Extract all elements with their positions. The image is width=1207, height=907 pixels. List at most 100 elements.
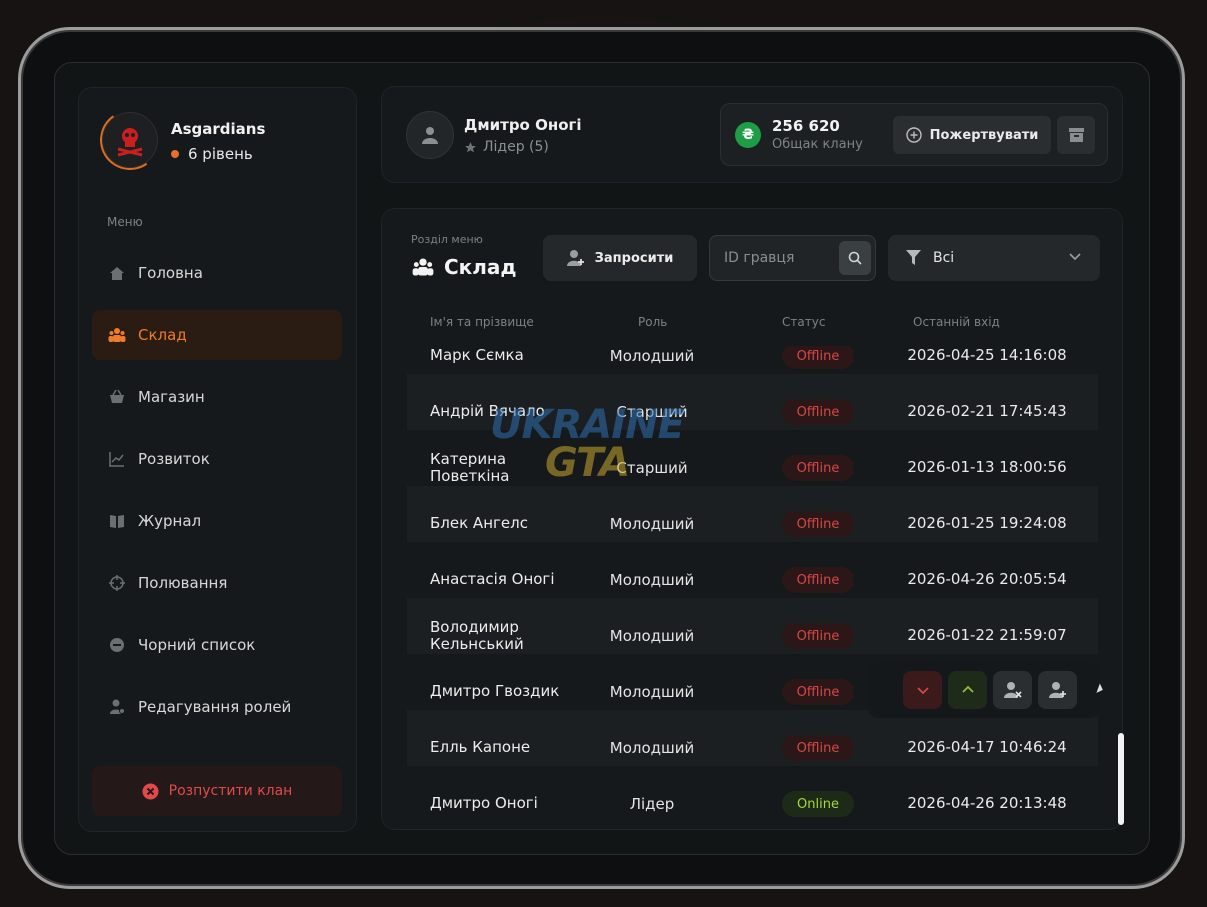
table-row[interactable]: Елль Капоне Молодший Offline 2026-04-17 … [407, 710, 1098, 766]
member-role: Молодший [609, 515, 695, 533]
column-header-last-login: Останній вхід [913, 315, 1000, 329]
member-name: Андрій Вячало [430, 402, 545, 420]
sidebar-item-home[interactable]: Головна [92, 248, 342, 298]
user-icon [422, 127, 438, 144]
member-role: Лідер [629, 795, 675, 813]
user-remove-icon [1003, 682, 1022, 698]
member-role: Старший [616, 403, 688, 421]
sidebar-item-blacklist[interactable]: Чорний список [92, 620, 342, 670]
scrollbar-thumb[interactable] [1118, 733, 1124, 825]
sidebar-item-development[interactable]: Розвиток [92, 434, 342, 484]
clan-level: 6 рівень [171, 145, 253, 163]
people-icon [108, 326, 126, 344]
section-caption: Розділ меню [411, 233, 483, 246]
skull-logo-icon [117, 128, 143, 157]
clan-level-text: 6 рівень [188, 145, 253, 163]
promote-button[interactable] [948, 671, 987, 709]
section-title: Склад [412, 255, 517, 279]
members-table: Марк Сємка Молодший Offline 2026-04-25 1… [407, 346, 1098, 830]
user-plus-icon [566, 250, 584, 266]
clan-avatar [102, 112, 158, 168]
status-badge: Offline [782, 735, 854, 761]
member-name: Дмитро Оногі [430, 794, 538, 812]
table-row[interactable]: Дмитро Оногі Лідер Online 2026-04-26 20:… [407, 766, 1098, 822]
member-role: Молодший [609, 683, 695, 701]
chevron-down-icon [916, 687, 929, 695]
member-last-login: 2026-01-13 18:00:56 [907, 458, 1067, 476]
demote-button[interactable] [903, 671, 942, 709]
block-icon [108, 636, 126, 654]
member-role: Старший [616, 459, 688, 477]
table-row[interactable]: Анастасія Оногі Молодший Offline 2026-04… [407, 542, 1098, 598]
table-row[interactable]: Володимир Кельнський Молодший Offline 20… [407, 598, 1098, 654]
table-row[interactable]: Андрій Вячало Старший Offline 2026-02-21… [407, 374, 1098, 430]
leader-avatar [406, 111, 454, 159]
close-circle-icon [142, 783, 159, 799]
member-last-login: 2026-04-25 14:16:08 [907, 346, 1067, 364]
section-title-text: Склад [444, 255, 517, 279]
member-name: Катерина Поветкіна [430, 450, 510, 485]
people-icon [412, 258, 434, 276]
sidebar-item-shop[interactable]: Магазин [92, 372, 342, 422]
sidebar-item-roster[interactable]: Склад [92, 310, 342, 360]
status-badge: Offline [782, 679, 854, 705]
sidebar-item-label: Чорний список [138, 636, 256, 654]
sidebar-item-label: Магазин [138, 388, 205, 406]
clan-bank-label: Общак клану [772, 137, 863, 152]
member-name: Марк Сємка [430, 346, 524, 364]
kick-member-button[interactable] [993, 671, 1032, 709]
chart-icon [108, 450, 126, 468]
member-actions-bar [868, 662, 1100, 718]
member-role: Молодший [609, 627, 695, 645]
invite-button[interactable]: Запросити [543, 235, 697, 281]
status-badge: Online [782, 791, 854, 817]
plus-circle-icon [905, 127, 922, 143]
level-dot-icon [171, 150, 179, 158]
chevron-down-icon [1069, 253, 1081, 261]
status-badge: Offline [782, 567, 854, 593]
leader-role: Лідер (5) [464, 139, 549, 155]
sidebar-item-hunting[interactable]: Полювання [92, 558, 342, 608]
role-filter-select[interactable]: Всі [888, 235, 1100, 281]
player-id-input[interactable] [724, 236, 834, 280]
sidebar-item-label: Журнал [138, 512, 202, 530]
search-box [709, 235, 876, 281]
member-role: Молодший [609, 571, 695, 589]
basket-icon [108, 388, 126, 406]
table-row[interactable]: Марк Сємка Молодший Offline 2026-04-25 1… [407, 346, 1098, 374]
sidebar-item-journal[interactable]: Журнал [92, 496, 342, 546]
status-badge: Offline [782, 623, 854, 649]
member-name: Блек Ангелс [430, 514, 528, 532]
user-gear-icon [108, 698, 126, 716]
status-badge: Offline [782, 511, 854, 537]
member-name: Дмитро Гвоздик [430, 682, 560, 700]
status-badge: Offline [782, 399, 854, 425]
member-last-login: 2026-04-26 20:05:54 [907, 570, 1067, 588]
member-name: Елль Капоне [430, 738, 531, 756]
crosshair-icon [108, 574, 126, 592]
book-icon [108, 512, 126, 530]
donate-button[interactable]: Пожертвувати [893, 116, 1051, 154]
archive-icon [1068, 128, 1084, 142]
disband-clan-label: Розпустити клан [168, 783, 293, 799]
user-plus-icon [1048, 682, 1066, 698]
clan-name: Asgardians [171, 120, 266, 138]
archive-button[interactable] [1057, 116, 1095, 154]
member-last-login: 2026-02-21 17:45:43 [907, 402, 1067, 420]
sidebar-item-edit-roles[interactable]: Редагування ролей [92, 682, 342, 732]
table-row[interactable]: Катерина Поветкіна Старший Offline 2026-… [407, 430, 1098, 486]
chevron-up-icon [961, 685, 974, 693]
add-member-button[interactable] [1038, 671, 1077, 709]
disband-clan-button[interactable]: Розпустити клан [92, 766, 342, 816]
filter-icon [906, 250, 921, 265]
table-row[interactable]: Блек Ангелс Молодший Offline 2026-01-25 … [407, 486, 1098, 542]
clan-bank-amount: 256 620 [772, 117, 840, 135]
status-badge: Offline [782, 346, 854, 369]
member-role: Молодший [609, 739, 695, 757]
sidebar-item-label: Редагування ролей [138, 698, 292, 716]
leader-role-text: Лідер (5) [483, 139, 549, 155]
member-last-login: 2026-01-25 19:24:08 [907, 514, 1067, 532]
search-button[interactable] [839, 241, 871, 275]
search-icon [848, 251, 862, 265]
invite-label: Запросити [594, 250, 674, 266]
